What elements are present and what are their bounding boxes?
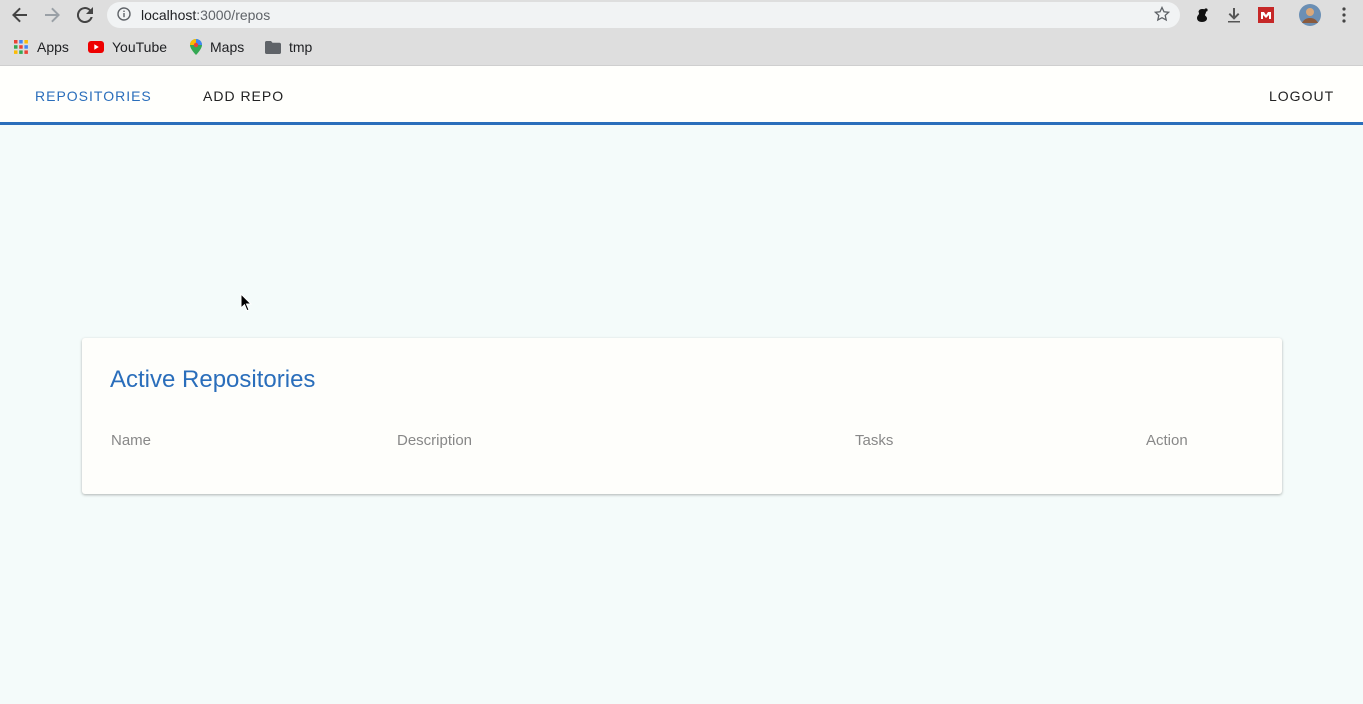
- column-header-name: Name: [111, 432, 152, 449]
- url-path: :3000/repos: [196, 7, 271, 23]
- gnome-extension-icon[interactable]: [1192, 5, 1212, 25]
- bookmark-youtube[interactable]: YouTube: [88, 39, 167, 55]
- bookmarks-bar: Apps YouTube Maps tmp: [0, 30, 1363, 66]
- card-title: Active Repositories: [110, 366, 316, 393]
- arrow-left-icon: [12, 7, 27, 23]
- info-icon[interactable]: [117, 7, 131, 26]
- bookmark-star-icon[interactable]: [1153, 5, 1171, 27]
- chrome-menu-icon[interactable]: [1334, 5, 1354, 25]
- bookmark-label: tmp: [289, 39, 313, 55]
- bookmark-label: Apps: [37, 39, 69, 55]
- folder-icon: [265, 40, 281, 54]
- address-bar[interactable]: localhost:3000/repos: [107, 2, 1180, 28]
- reload-button[interactable]: [74, 4, 96, 26]
- bookmark-maps[interactable]: Maps: [190, 39, 244, 55]
- arrow-right-icon: [45, 7, 60, 23]
- browser-toolbar: localhost:3000/repos: [0, 0, 1363, 30]
- bookmark-apps[interactable]: Apps: [13, 39, 69, 55]
- maps-pin-icon: [190, 39, 202, 55]
- app-nav-bar: REPOSITORIES ADD REPO LOGOUT: [0, 66, 1363, 125]
- back-button[interactable]: [9, 4, 31, 26]
- url-host: localhost: [141, 7, 197, 23]
- red-extension-icon[interactable]: [1256, 5, 1276, 25]
- youtube-icon: [88, 41, 104, 53]
- bookmark-tmp[interactable]: tmp: [265, 39, 312, 55]
- column-header-tasks: Tasks: [855, 432, 894, 449]
- download-icon[interactable]: [1224, 5, 1244, 25]
- active-repositories-card: Active Repositories Name Description Tas…: [82, 338, 1282, 494]
- mouse-cursor-icon: [240, 292, 253, 317]
- tab-repositories[interactable]: REPOSITORIES: [35, 88, 152, 104]
- avatar[interactable]: [1298, 3, 1322, 27]
- column-header-action: Action: [1146, 432, 1188, 449]
- forward-button[interactable]: [41, 4, 63, 26]
- logout-button[interactable]: LOGOUT: [1269, 88, 1334, 104]
- bookmark-label: YouTube: [112, 39, 168, 55]
- bookmark-label: Maps: [210, 39, 245, 55]
- reload-icon: [77, 7, 93, 23]
- tab-add-repo[interactable]: ADD REPO: [203, 88, 284, 104]
- apps-grid-icon: [13, 39, 29, 55]
- column-header-description: Description: [397, 432, 473, 449]
- url-text: localhost:3000/repos: [141, 7, 270, 23]
